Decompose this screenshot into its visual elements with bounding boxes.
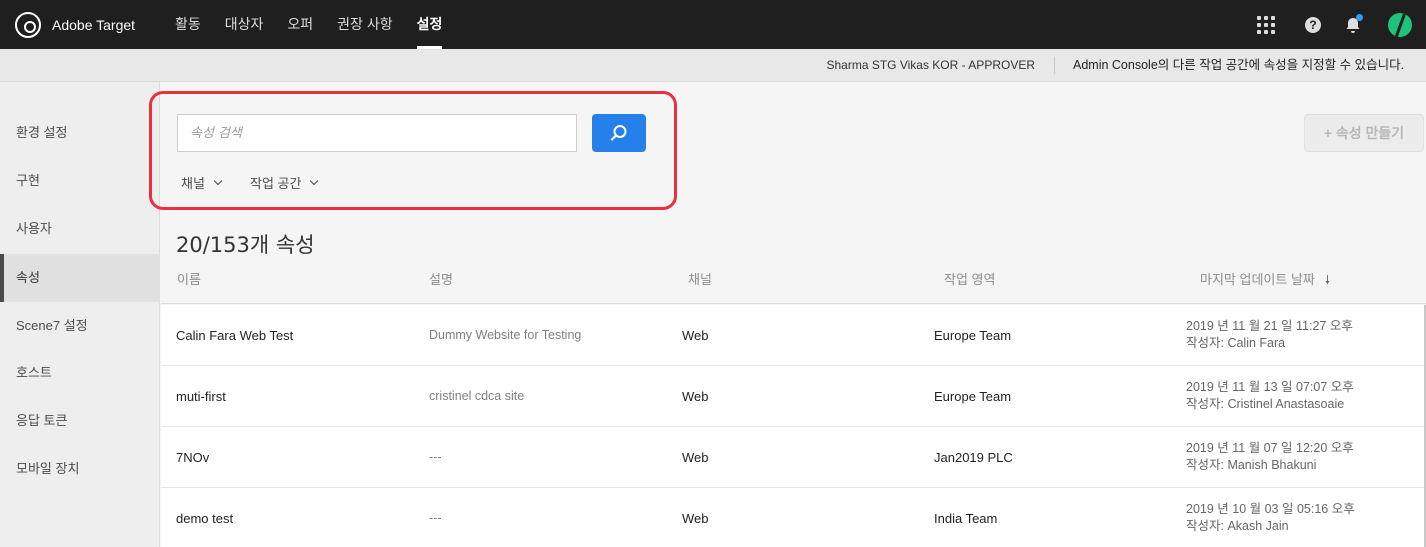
property-count-title: 20/153개 속성 — [176, 233, 315, 257]
property-description: cristinel cdca site — [429, 389, 525, 403]
top-right-actions: ? — [1257, 0, 1426, 49]
property-updated: 2019 년 11 월 07 일 12:20 오후 작성자: Manish Bh… — [1186, 427, 1354, 487]
property-updated: 2019 년 11 월 21 일 11:27 오후 작성자: Calin Far… — [1186, 305, 1353, 365]
property-channel: Web — [682, 327, 709, 343]
property-list: Calin Fara Web Test Dummy Website for Te… — [161, 305, 1424, 547]
table-row[interactable]: 7NOv --- Web Jan2019 PLC 2019 년 11 월 07 … — [161, 427, 1424, 488]
workspace-filter-dropdown[interactable]: 작업 공간 — [250, 173, 319, 192]
updated-author: 작성자: Manish Bhakuni — [1186, 458, 1317, 472]
sidebar-item-users[interactable]: 사용자 — [0, 205, 160, 253]
last-updated-label: 마지막 업데이트 날짜 — [1200, 272, 1315, 287]
property-channel: Web — [682, 388, 709, 404]
property-workspace: Europe Team — [934, 327, 1012, 343]
column-header-last-updated[interactable]: 마지막 업데이트 날짜 🠗 — [1200, 262, 1333, 298]
property-workspace: India Team — [934, 510, 998, 526]
nav-offers[interactable]: 오퍼 — [275, 0, 325, 49]
updated-date: 2019 년 11 월 21 일 11:27 오후 — [1186, 319, 1353, 333]
table-row[interactable]: muti-first cristinel cdca site Web Europ… — [161, 366, 1424, 427]
apps-grid-icon[interactable] — [1257, 15, 1275, 34]
workspace-filter-label: 작업 공간 — [250, 176, 302, 191]
sidebar-item-mobile-devices[interactable]: 모바일 장치 — [0, 445, 160, 493]
app-logo[interactable]: Adobe Target — [15, 11, 160, 38]
search-button[interactable] — [592, 114, 646, 152]
column-header-workspace[interactable]: 작업 영역 — [944, 262, 995, 298]
sidebar-item-response-tokens[interactable]: 응답 토큰 — [0, 397, 160, 445]
top-nav-bar: Adobe Target 활동 대상자 오퍼 권장 사항 설정 ? — [0, 0, 1426, 49]
nav-audiences[interactable]: 대상자 — [213, 0, 276, 49]
sidebar-item-implementation[interactable]: 구현 — [0, 157, 160, 205]
sub-header: Sharma STG Vikas KOR - APPROVER Admin Co… — [0, 49, 1426, 82]
property-updated: 2019 년 11 월 13 일 07:07 오후 작성자: Cristinel… — [1186, 366, 1354, 426]
sidebar-item-hosts[interactable]: 호스트 — [0, 349, 160, 397]
property-workspace: Europe Team — [934, 388, 1012, 404]
property-workspace: Jan2019 PLC — [934, 449, 1013, 465]
updated-date: 2019 년 11 월 07 일 12:20 오후 — [1186, 441, 1354, 455]
column-header-name[interactable]: 이름 — [177, 262, 201, 298]
nav-recommendations[interactable]: 권장 사항 — [325, 0, 404, 49]
property-name[interactable]: Calin Fara Web Test — [176, 305, 293, 365]
property-name[interactable]: muti-first — [176, 366, 226, 426]
sidebar-item-scene7[interactable]: Scene7 설정 — [0, 302, 160, 350]
sidebar-item-properties[interactable]: 속성 — [0, 254, 160, 302]
updated-author: 작성자: Akash Jain — [1186, 519, 1289, 533]
property-description: Dummy Website for Testing — [429, 328, 582, 342]
sort-down-icon[interactable]: 🠗 — [1325, 262, 1333, 298]
property-name[interactable]: 7NOv — [176, 427, 209, 487]
column-header-channel[interactable]: 채널 — [688, 262, 712, 298]
property-updated: 2019 년 10 월 03 일 05:16 오후 작성자: Akash Jai… — [1186, 488, 1355, 547]
nav-activities[interactable]: 활동 — [163, 0, 213, 49]
property-description: --- — [429, 511, 442, 525]
updated-date: 2019 년 11 월 13 일 07:07 오후 — [1186, 380, 1354, 394]
property-channel: Web — [682, 510, 709, 526]
create-property-button[interactable]: + 속성 만들기 — [1304, 114, 1424, 152]
divider — [1054, 57, 1055, 74]
updated-author: 작성자: Calin Fara — [1186, 336, 1286, 350]
app-name: Adobe Target — [52, 16, 136, 33]
search-input[interactable] — [177, 114, 577, 152]
nav-settings[interactable]: 설정 — [405, 0, 455, 49]
table-row[interactable]: demo test --- Web India Team 2019 년 10 월… — [161, 488, 1424, 547]
bell-icon[interactable] — [1344, 13, 1363, 34]
property-description: --- — [429, 450, 442, 464]
adobe-target-logo-icon — [15, 11, 41, 38]
property-channel: Web — [682, 449, 709, 465]
avatar[interactable] — [1388, 12, 1412, 37]
search-icon — [610, 125, 627, 141]
updated-author: 작성자: Cristinel Anastasoaie — [1186, 397, 1345, 411]
updated-date: 2019 년 10 월 03 일 05:16 오후 — [1186, 502, 1355, 516]
column-header-description[interactable]: 설명 — [429, 262, 453, 298]
property-name[interactable]: demo test — [176, 488, 233, 547]
settings-sidebar: 환경 설정 구현 사용자 속성 Scene7 설정 호스트 응답 토큰 모바일 … — [0, 82, 160, 547]
notification-dot — [1356, 13, 1363, 21]
info-message: Admin Console의 다른 작업 공간에 속성을 지정할 수 있습니다. — [1073, 58, 1405, 72]
table-header: 이름 설명 채널 작업 영역 마지막 업데이트 날짜 🠗 — [161, 262, 1426, 304]
help-icon[interactable]: ? — [1305, 16, 1321, 33]
current-user-label: Sharma STG Vikas KOR - APPROVER — [826, 58, 1035, 72]
sidebar-item-preferences[interactable]: 환경 설정 — [0, 109, 160, 157]
chevron-down-icon — [213, 176, 223, 186]
table-row[interactable]: Calin Fara Web Test Dummy Website for Te… — [161, 305, 1424, 366]
channel-filter-label: 채널 — [181, 176, 205, 191]
main-nav: 활동 대상자 오퍼 권장 사항 설정 — [163, 0, 454, 49]
channel-filter-dropdown[interactable]: 채널 — [181, 173, 223, 192]
chevron-down-icon — [310, 176, 319, 186]
